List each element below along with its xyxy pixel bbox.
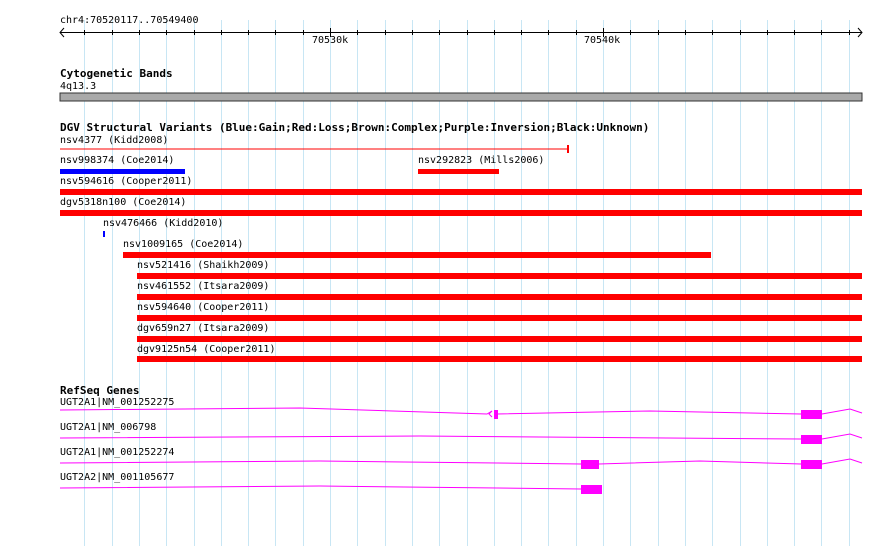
dgv-feature-nsv461552[interactable]	[137, 294, 862, 300]
dgv-feature-nsv1009165[interactable]	[123, 252, 711, 258]
gene-intron-nm-001105677[interactable]	[59, 485, 582, 490]
dgv-feature-label[interactable]: nsv1009165 (Coe2014)	[123, 239, 243, 251]
refseq-track-title[interactable]: RefSeq Genes	[60, 384, 139, 397]
dgv-feature-nsv521416[interactable]	[137, 273, 862, 279]
genome-browser-canvas	[59, 20, 863, 546]
gene-intron-nm-001252275-b[interactable]	[496, 410, 802, 415]
gene-intron-nm-001252274-b[interactable]	[598, 460, 802, 465]
gene-exon-nm-006798-1[interactable]	[801, 435, 822, 444]
gene-exon-nm-001252275-1[interactable]	[494, 410, 498, 419]
dgv-feature-nsv998374[interactable]	[60, 169, 185, 174]
dgv-feature-label[interactable]: dgv659n27 (Itsara2009)	[137, 323, 269, 335]
dgv-feature-nsv594640[interactable]	[137, 315, 862, 321]
ruler-region-label: chr4:70520117..70549400	[60, 15, 199, 26]
gene-exon-nm-001252275-2[interactable]	[801, 410, 822, 419]
dgv-feature-label[interactable]: nsv292823 (Mills2006)	[418, 155, 544, 167]
gene-intron-nm-001252274[interactable]	[59, 460, 582, 465]
gene-strand-arrow	[488, 410, 493, 418]
cytoband-label: 4q13.3	[60, 81, 97, 92]
ruler-tick-label: 70530k	[312, 35, 349, 46]
dgv-feature-label[interactable]: dgv5318n100 (Coe2014)	[60, 197, 186, 209]
dgv-feature-label[interactable]: nsv594616 (Cooper2011)	[60, 176, 192, 188]
dgv-feature-nsv476466[interactable]	[103, 231, 105, 237]
gene-utr-nm-001252275[interactable]	[821, 408, 863, 415]
dgv-feature-nsv594616[interactable]	[60, 189, 862, 195]
ruler-tick-label: 70540k	[584, 35, 621, 46]
gene-intron-nm-006798[interactable]	[59, 435, 802, 440]
gene-exon-nm-001252274-2[interactable]	[801, 460, 822, 469]
dgv-feature-label[interactable]: dgv9125n54 (Cooper2011)	[137, 344, 275, 356]
cytoband-bar[interactable]	[59, 92, 863, 102]
dgv-feature-label[interactable]: nsv594640 (Cooper2011)	[137, 302, 269, 314]
gene-label[interactable]: UGT2A1|NM_001252275	[60, 397, 174, 409]
ruler-axis[interactable]	[59, 27, 863, 38]
gene-label[interactable]: UGT2A1|NM_001252274	[60, 447, 174, 459]
dgv-feature-nsv292823[interactable]	[418, 169, 499, 174]
gene-exon-nm-001252274-1[interactable]	[581, 460, 599, 469]
dgv-feature-label[interactable]: nsv521416 (Shaikh2009)	[137, 260, 269, 272]
dgv-feature-label[interactable]: nsv461552 (Itsara2009)	[137, 281, 269, 293]
gene-exon-nm-001105677-1[interactable]	[581, 485, 602, 494]
cytoband-track-title[interactable]: Cytogenetic Bands	[60, 67, 173, 80]
dgv-feature-label[interactable]: nsv998374 (Coe2014)	[60, 155, 174, 167]
dgv-feature-label[interactable]: nsv4377 (Kidd2008)	[60, 135, 168, 147]
dgv-feature-dgv9125n54[interactable]	[137, 356, 862, 362]
gene-utr-nm-001252274[interactable]	[821, 458, 863, 465]
dgv-feature-dgv5318n100[interactable]	[60, 210, 862, 216]
refseq-gene-models	[59, 407, 863, 494]
dgv-track-title[interactable]: DGV Structural Variants (Blue:Gain;Red:L…	[60, 121, 649, 134]
gene-label[interactable]: UGT2A2|NM_001105677	[60, 472, 174, 484]
gene-label[interactable]: UGT2A1|NM_006798	[60, 422, 156, 434]
dgv-feature-dgv659n27[interactable]	[137, 336, 862, 342]
gene-utr-nm-006798[interactable]	[821, 433, 863, 440]
dgv-feature-label[interactable]: nsv476466 (Kidd2010)	[103, 218, 223, 230]
